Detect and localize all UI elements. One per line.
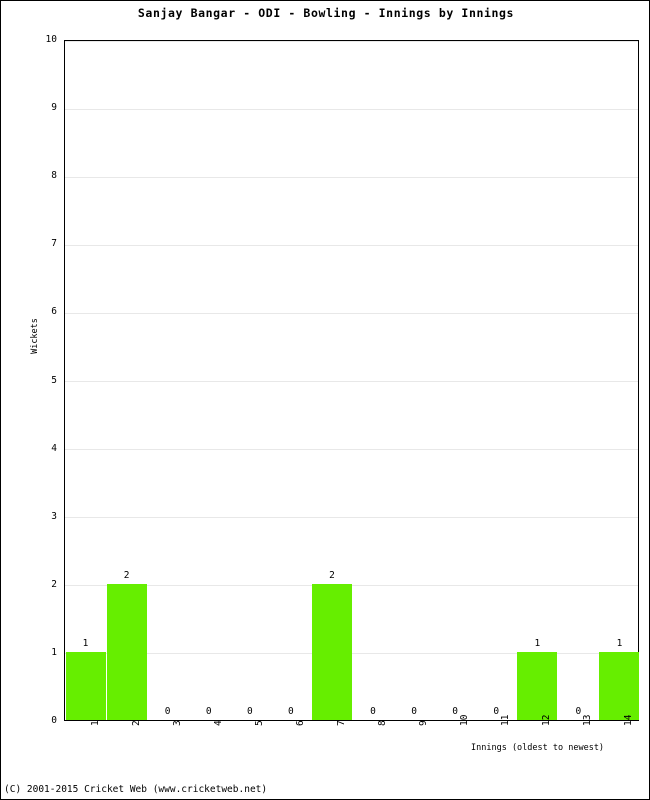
plot-area: 1 2 0 0 0 0 2 0 0 0 0 1 0 1 <box>64 40 640 721</box>
x-tick-label: 8 <box>377 720 389 726</box>
y-tick-label: 9 <box>51 102 57 114</box>
bar-slot: 0 <box>353 41 394 720</box>
x-tick-label: 2 <box>130 720 142 726</box>
x-tick-label: 12 <box>541 714 553 726</box>
y-tick-label: 5 <box>51 374 57 386</box>
footer-copyright: (C) 2001-2015 Cricket Web (www.cricketwe… <box>4 784 268 795</box>
x-tick-label: 1 <box>89 720 101 726</box>
y-tick-label: 8 <box>51 170 57 182</box>
chart-page: Sanjay Bangar - ODI - Bowling - Innings … <box>0 0 650 800</box>
x-tick-label: 13 <box>582 714 594 726</box>
x-tick-label: 4 <box>212 720 224 726</box>
bar-slot: 0 <box>147 41 188 720</box>
y-tick-label: 7 <box>51 238 57 250</box>
x-tick-label: 11 <box>500 714 512 726</box>
bar-value-label: 1 <box>534 637 541 649</box>
y-tick-label: 3 <box>51 510 57 522</box>
x-tick-label: 9 <box>418 720 430 726</box>
x-tick-label: 6 <box>294 720 306 726</box>
bar-slot: 0 <box>476 41 517 720</box>
bar-slot: 0 <box>270 41 311 720</box>
bar-slot: 0 <box>435 41 476 720</box>
bar-value-label: 2 <box>329 569 335 581</box>
page-title: Sanjay Bangar - ODI - Bowling - Innings … <box>137 6 515 20</box>
bar-value-label: 0 <box>411 706 417 717</box>
bar-slot: 1 <box>599 41 640 720</box>
bar-value-label: 2 <box>123 569 130 581</box>
bar-value-label: 0 <box>493 706 500 717</box>
y-tick-label: 1 <box>51 646 57 658</box>
bar-value-label: 1 <box>616 637 623 649</box>
y-tick-label: 4 <box>51 442 57 454</box>
bar <box>517 651 558 720</box>
x-tick-label: 7 <box>335 720 347 726</box>
bar-value-label: 0 <box>288 706 294 717</box>
x-tick-label: 5 <box>253 720 265 726</box>
bar <box>106 583 147 720</box>
bar-slot: 2 <box>311 41 352 720</box>
bar-value-label: 0 <box>370 706 376 717</box>
bar-value-label: 0 <box>246 706 253 717</box>
y-tick-label: 2 <box>51 578 57 590</box>
y-tick-label: 10 <box>45 34 57 45</box>
bar-slot: 0 <box>558 41 599 720</box>
bar-slot: 2 <box>106 41 147 720</box>
bar-slot: 0 <box>394 41 435 720</box>
bar-slot: 1 <box>517 41 558 720</box>
x-tick-label: 3 <box>171 720 183 726</box>
y-tick-label: 0 <box>51 715 57 726</box>
bar <box>65 651 106 720</box>
x-axis-label: Innings (oldest to newest) <box>471 743 605 753</box>
bar-series: 1 2 0 0 0 0 2 0 0 0 0 1 0 1 <box>65 41 640 720</box>
bar <box>311 583 352 720</box>
bar-value-label: 1 <box>82 637 89 649</box>
bar-value-label: 0 <box>452 706 459 717</box>
bar <box>599 651 640 720</box>
x-tick-label: 14 <box>623 714 635 726</box>
bar-slot: 0 <box>229 41 270 720</box>
bar-value-label: 0 <box>575 706 582 717</box>
y-tick-label: 6 <box>51 306 57 318</box>
bar-value-label: 0 <box>164 706 171 717</box>
x-tick-label: 10 <box>459 714 471 726</box>
bar-value-label: 0 <box>205 706 212 717</box>
bar-slot: 0 <box>188 41 229 720</box>
bar-slot: 1 <box>65 41 106 720</box>
